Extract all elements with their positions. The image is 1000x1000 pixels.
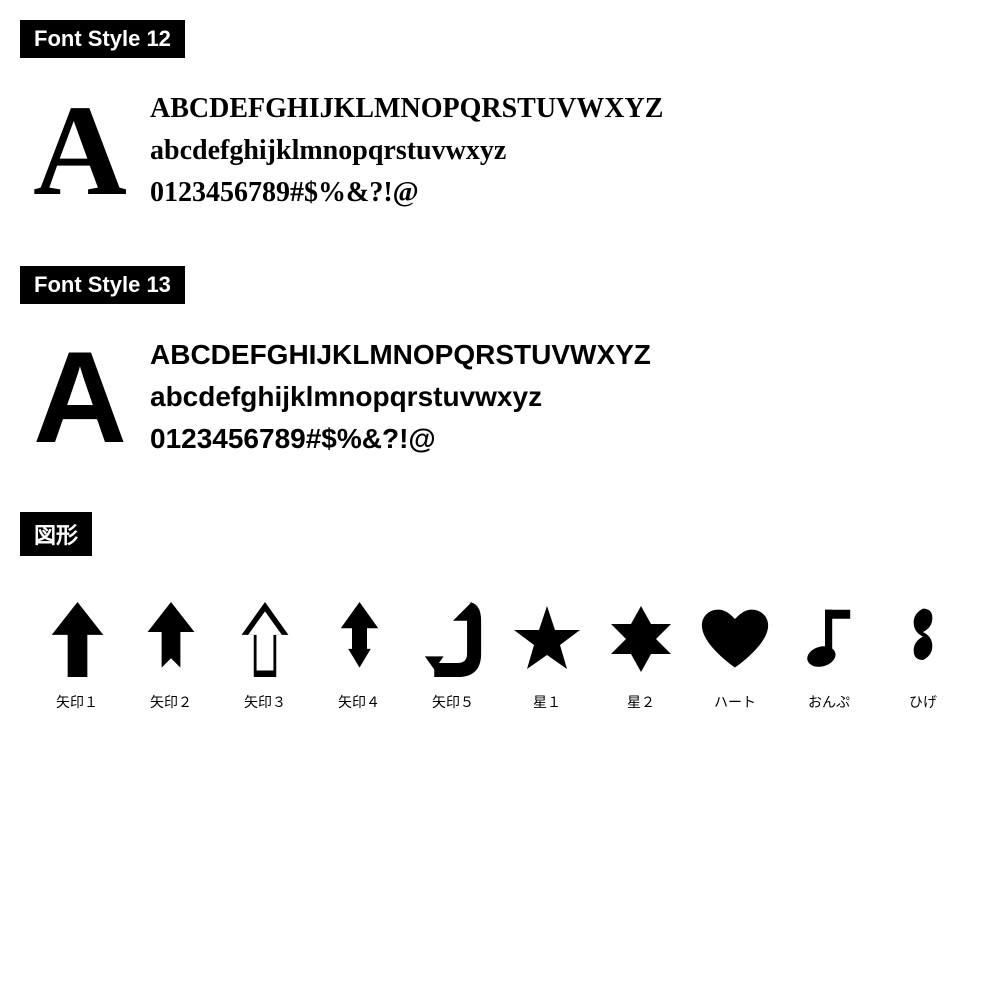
font-style-12-numbers: 0123456789#$%&?!@ [150, 172, 970, 214]
font-style-13-uppercase: ABCDEFGHIJKLMNOPQRSTUVWXYZ [150, 334, 970, 376]
font-style-12-lowercase: abcdefghijklmnopqrstuvwxyz [150, 130, 970, 172]
music-icon [794, 594, 864, 684]
arrow1-icon [42, 594, 112, 684]
shape-item-arrow2: 矢印２ [124, 594, 218, 712]
shape-item-heart: ハート [688, 594, 782, 712]
font-style-13-chars: ABCDEFGHIJKLMNOPQRSTUVWXYZ abcdefghijklm… [150, 334, 970, 460]
mustache-icon [888, 594, 958, 684]
shapes-section: 図形 矢印１ 矢印２ [20, 512, 980, 712]
shape-item-star1: 星１ [500, 594, 594, 712]
arrow3-icon [230, 594, 300, 684]
arrow1-label: 矢印１ [56, 692, 98, 712]
font-style-13-section: Font Style 13 A ABCDEFGHIJKLMNOPQRSTUVWX… [20, 266, 980, 482]
arrow3-label: 矢印３ [244, 692, 286, 712]
font-style-13-lowercase: abcdefghijklmnopqrstuvwxyz [150, 376, 970, 418]
heart-icon [700, 594, 770, 684]
font-style-12-section: Font Style 12 A ABCDEFGHIJKLMNOPQRSTUVWX… [20, 20, 980, 236]
heart-label: ハート [714, 692, 756, 712]
arrow4-icon [324, 594, 394, 684]
music-label: おんぷ [808, 692, 850, 712]
shape-item-arrow5: 矢印５ [406, 594, 500, 712]
star1-icon [512, 594, 582, 684]
shape-item-music: おんぷ [782, 594, 876, 712]
shapes-grid: 矢印１ 矢印２ [20, 594, 980, 712]
shape-item-arrow3: 矢印３ [218, 594, 312, 712]
arrow5-label: 矢印５ [432, 692, 474, 712]
font-style-12-demo: A ABCDEFGHIJKLMNOPQRSTUVWXYZ abcdefghijk… [20, 76, 980, 236]
font-style-13-demo: A ABCDEFGHIJKLMNOPQRSTUVWXYZ abcdefghijk… [20, 322, 980, 482]
arrow2-icon [136, 594, 206, 684]
shape-item-arrow4: 矢印４ [312, 594, 406, 712]
arrow5-icon [418, 594, 488, 684]
font-style-13-big-letter: A [30, 332, 130, 462]
shape-item-star2: 星２ [594, 594, 688, 712]
font-style-13-header: Font Style 13 [20, 266, 185, 304]
font-style-12-big-letter: A [30, 86, 130, 216]
font-style-13-numbers: 0123456789#$%&?!@ [150, 418, 970, 460]
font-style-12-chars: ABCDEFGHIJKLMNOPQRSTUVWXYZ abcdefghijklm… [150, 88, 970, 214]
shapes-header: 図形 [20, 512, 92, 556]
shape-item-mustache: ひげ [876, 594, 970, 712]
shape-item-arrow1: 矢印１ [30, 594, 124, 712]
star1-label: 星１ [533, 692, 561, 712]
mustache-label: ひげ [909, 692, 937, 712]
star2-icon [606, 594, 676, 684]
font-style-12-uppercase: ABCDEFGHIJKLMNOPQRSTUVWXYZ [150, 88, 970, 130]
arrow2-label: 矢印２ [150, 692, 192, 712]
arrow4-label: 矢印４ [338, 692, 380, 712]
star2-label: 星２ [627, 692, 655, 712]
font-style-12-header: Font Style 12 [20, 20, 185, 58]
